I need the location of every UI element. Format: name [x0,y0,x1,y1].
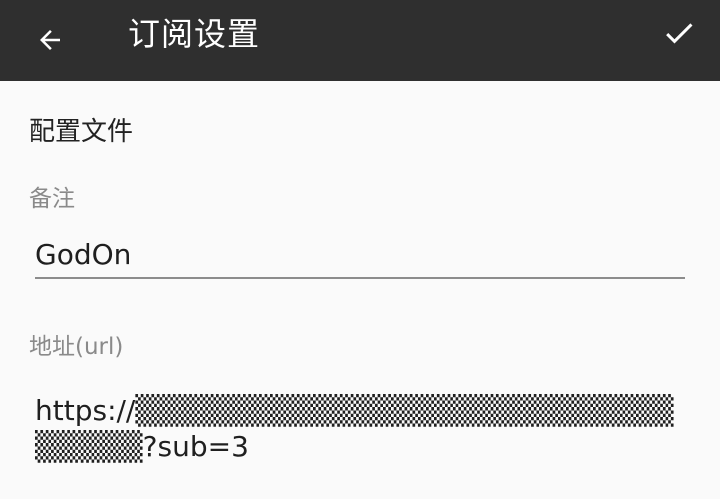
app-bar: 订阅设置 [0,0,720,81]
confirm-button[interactable] [650,5,708,61]
arrow-left-icon [40,30,60,50]
subscription-form: 配置文件 备注 地址(url) https://▒▒▒▒▒▒▒▒▒▒▒▒▒▒▒▒… [0,81,720,499]
url-label: 地址(url) [29,334,124,360]
remark-label: 备注 [29,186,75,212]
section-title: 配置文件 [29,117,134,147]
back-button[interactable] [22,12,78,68]
url-input[interactable]: https://▒▒▒▒▒▒▒▒▒▒▒▒▒▒▒▒▒▒▒▒▒▒▒▒▒▒▒▒▒▒?s… [35,393,685,473]
check-icon [666,23,693,44]
page-title: 订阅设置 [128,15,261,53]
remark-input[interactable] [35,231,685,279]
